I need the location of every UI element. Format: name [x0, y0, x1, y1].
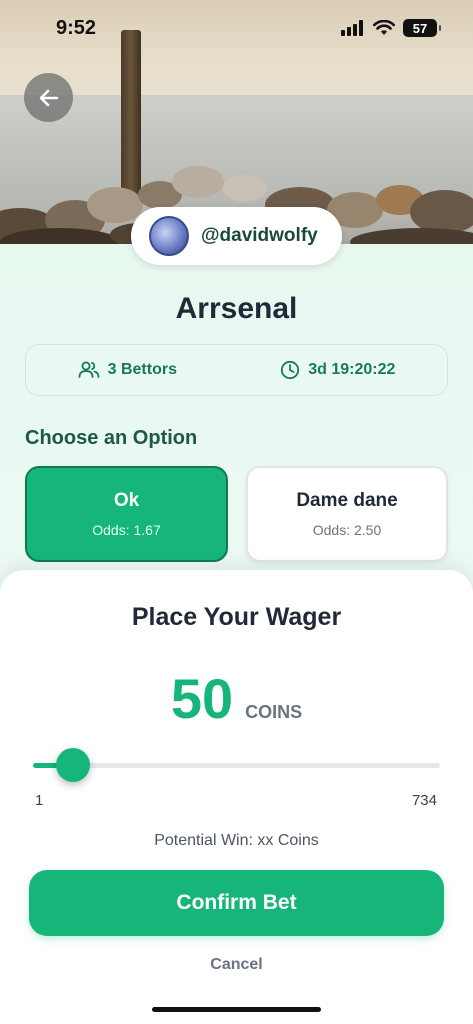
- wager-slider-track[interactable]: [33, 763, 440, 768]
- signal-icon: [341, 20, 363, 36]
- slider-max-label: 734: [411, 792, 437, 809]
- cancel-button[interactable]: Cancel: [0, 956, 473, 974]
- option-odds: Odds: 1.67: [92, 522, 161, 538]
- slider-min-label: 1: [35, 792, 44, 809]
- option-card-dame-dane[interactable]: Dame dane Odds: 2.50: [246, 466, 448, 562]
- user-chip[interactable]: @davidwolfy: [131, 207, 342, 265]
- option-name: Ok: [113, 490, 140, 511]
- time-left-info: 3d 19:20:22: [280, 360, 395, 380]
- wager-slider-thumb[interactable]: [56, 748, 90, 782]
- arrow-left-icon: [39, 89, 58, 106]
- wager-amount-row: 50 COINS: [0, 666, 473, 731]
- avatar: [149, 216, 189, 256]
- potential-win: Potential Win: xx Coins: [154, 832, 319, 849]
- wifi-icon: [373, 20, 395, 35]
- battery-level: 57: [412, 20, 428, 36]
- event-info-box: 3 Bettors 3d 19:20:22: [25, 344, 448, 396]
- wager-title: Place Your Wager: [131, 603, 342, 631]
- users-icon: [78, 361, 100, 378]
- event-title: Arrsenal: [175, 292, 298, 325]
- status-icons: 57: [341, 19, 441, 37]
- status-bar: 9:52 57: [0, 0, 473, 60]
- bettors-info: 3 Bettors: [78, 360, 177, 380]
- option-card-ok[interactable]: Ok Odds: 1.67: [25, 466, 228, 562]
- bettors-count: 3 Bettors: [107, 361, 177, 378]
- option-name: Dame dane: [296, 490, 398, 511]
- status-time: 9:52: [56, 16, 97, 39]
- confirm-bet-label: Confirm Bet: [176, 891, 297, 914]
- home-indicator: [152, 1007, 321, 1012]
- wager-sheet: Place Your Wager 50 COINS 1 734 Potentia…: [0, 570, 473, 1024]
- clock-icon: [281, 360, 300, 380]
- choose-option-label: Choose an Option: [25, 427, 198, 449]
- username: @davidwolfy: [201, 225, 318, 246]
- option-odds: Odds: 2.50: [312, 522, 382, 538]
- wager-amount: 50: [170, 667, 234, 730]
- confirm-bet-button[interactable]: Confirm Bet: [29, 870, 444, 936]
- back-button[interactable]: [24, 73, 73, 122]
- time-left: 3d 19:20:22: [308, 361, 396, 378]
- wager-unit: COINS: [245, 702, 303, 722]
- battery-icon: 57: [403, 19, 441, 37]
